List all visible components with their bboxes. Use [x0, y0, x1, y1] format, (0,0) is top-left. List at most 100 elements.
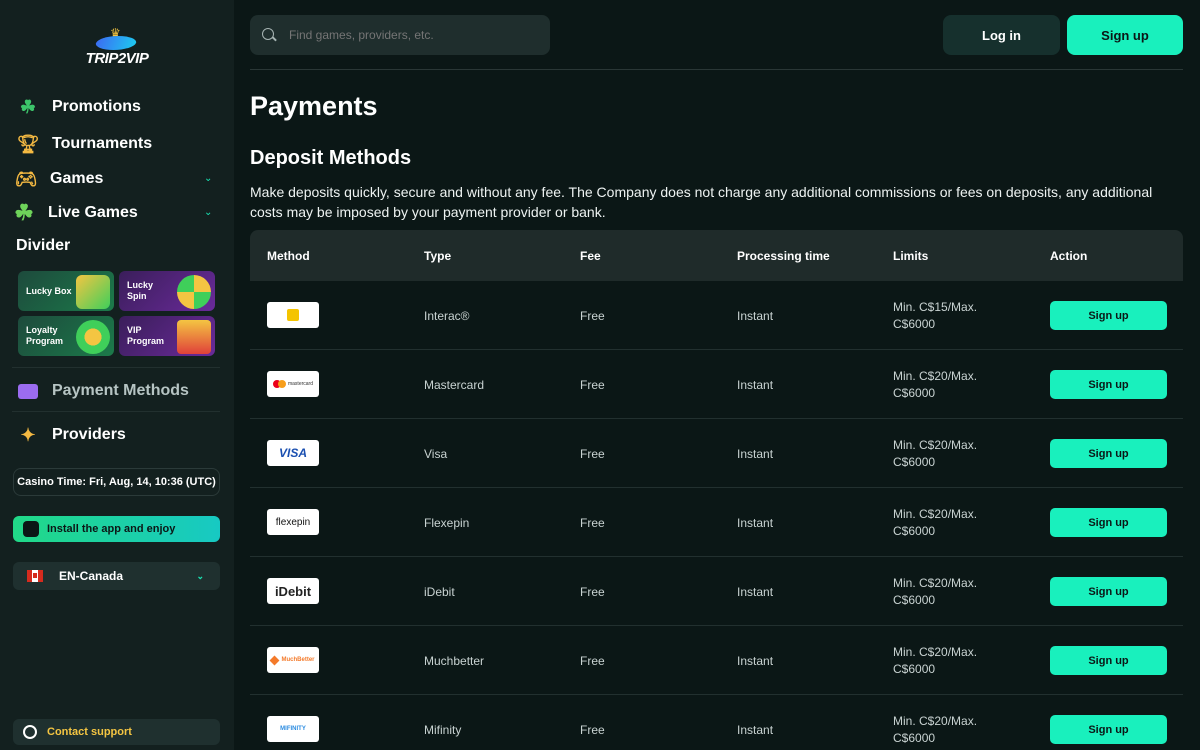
- table-row: mastercard Mastercard Free Instant Min. …: [250, 350, 1183, 419]
- column-header: Processing time: [737, 249, 830, 263]
- nav-tournaments[interactable]: 🏆︎ Tournaments: [16, 132, 153, 156]
- fee-cell: Free: [580, 585, 605, 599]
- fee-cell: Free: [580, 378, 605, 392]
- signup-button[interactable]: Sign up: [1067, 15, 1183, 55]
- card-label: Loyalty Program: [26, 325, 64, 346]
- logo-text: flexepin: [275, 516, 311, 528]
- card-loyalty-program[interactable]: Loyalty Program: [18, 316, 114, 356]
- time-cell: Instant: [737, 585, 774, 599]
- nav-label: Promotions: [52, 98, 141, 115]
- nav-payment-methods[interactable]: Payment Methods: [16, 379, 189, 403]
- row-signup-button[interactable]: Sign up: [1050, 439, 1167, 468]
- time-cell: Instant: [737, 723, 774, 737]
- limits-cell: Min. C$20/Max. C$6000: [893, 438, 978, 469]
- nav-games[interactable]: 🎮︎ Games: [14, 167, 104, 191]
- row-signup-button[interactable]: Sign up: [1050, 301, 1167, 330]
- logo-text: iDebit: [274, 583, 312, 599]
- idebit-logo: iDebit: [267, 578, 319, 604]
- limits-cell: Min. C$20/Max. C$6000: [893, 369, 978, 400]
- gamepad-icon: 🎮︎: [14, 168, 38, 189]
- card-vip-program[interactable]: VIP Program: [119, 316, 215, 356]
- time-cell: Instant: [737, 309, 774, 323]
- card-lucky-spin[interactable]: Lucky Spin: [119, 271, 215, 311]
- live-clover-icon: ☘: [14, 200, 34, 225]
- trophy-icon: 🏆︎: [16, 133, 40, 154]
- card-label: Lucky Spin: [127, 280, 154, 301]
- nav-providers[interactable]: ✦ Providers: [16, 423, 126, 447]
- headset-icon: [23, 725, 37, 739]
- table-row: MuchBetter Muchbetter Free Instant Min. …: [250, 626, 1183, 695]
- providers-icon: ✦: [20, 424, 36, 445]
- card-lucky-box[interactable]: Lucky Box: [18, 271, 114, 311]
- header-divider: [250, 69, 1183, 70]
- card-label: Lucky Box: [26, 285, 72, 296]
- search-icon: [262, 27, 277, 43]
- language-label: EN-Canada: [59, 569, 124, 583]
- divider: [12, 367, 220, 368]
- nav-promotions[interactable]: ☘ Promotions: [16, 95, 141, 119]
- wheel-icon: [177, 275, 211, 309]
- section-title: Deposit Methods: [250, 147, 412, 169]
- nav-label: Tournaments: [52, 135, 153, 152]
- row-signup-button[interactable]: Sign up: [1050, 577, 1167, 606]
- support-label: Contact support: [47, 726, 132, 738]
- time-cell: Instant: [737, 447, 774, 461]
- chevron-down-icon[interactable]: ⌄: [204, 207, 212, 218]
- limits-cell: Min. C$20/Max. C$6000: [893, 645, 978, 676]
- casino-time: Casino Time: Fri, Aug, 14, 10:36 (UTC): [13, 468, 220, 496]
- login-button[interactable]: Log in: [943, 15, 1060, 55]
- column-header: Fee: [580, 249, 601, 263]
- time-cell: Instant: [737, 654, 774, 668]
- search-input[interactable]: [289, 28, 529, 42]
- flexepin-logo: flexepin: [267, 509, 319, 535]
- type-cell: Muchbetter: [424, 654, 485, 668]
- table-row: VISA Visa Free Instant Min. C$20/Max. C$…: [250, 419, 1183, 488]
- column-header: Limits: [893, 249, 929, 263]
- search-bar[interactable]: [250, 15, 550, 55]
- site-logo[interactable]: ♛ TRIP2VIP: [82, 26, 152, 70]
- logo-swoosh: [93, 36, 139, 50]
- logo-text: VISA: [278, 446, 307, 460]
- install-label: Install the app and enjoy: [47, 523, 176, 535]
- crown-icon: [177, 320, 211, 354]
- sidebar: ♛ TRIP2VIP ☘ Promotions 🏆︎ Tournaments 🎮…: [0, 0, 234, 750]
- visa-logo: VISA: [267, 440, 319, 466]
- column-header: Action: [1050, 249, 1088, 263]
- description: Make deposits quickly, secure and withou…: [250, 184, 1153, 220]
- app-icon: [23, 521, 39, 537]
- table-header: Method Type Fee Processing time Limits A…: [250, 230, 1183, 281]
- column-header: Type: [424, 249, 452, 263]
- card-icon: [16, 379, 40, 403]
- divider: [12, 411, 220, 412]
- row-signup-button[interactable]: Sign up: [1050, 370, 1167, 399]
- mifinity-logo: MIFINITY: [267, 716, 319, 742]
- install-app-button[interactable]: Install the app and enjoy: [13, 516, 220, 542]
- table-row: iDebit iDebit Free Instant Min. C$20/Max…: [250, 557, 1183, 626]
- chevron-down-icon: ⌄: [196, 570, 204, 581]
- language-select[interactable]: EN-Canada ⌄: [13, 562, 220, 590]
- row-signup-button[interactable]: Sign up: [1050, 646, 1167, 675]
- table-row: flexepin Flexepin Free Instant Min. C$20…: [250, 488, 1183, 557]
- type-cell: Interac®: [424, 309, 470, 323]
- table-row: Interac® Free Instant Min. C$15/Max. C$6…: [250, 281, 1183, 350]
- page-title: Payments: [250, 91, 378, 121]
- limits-cell: Min. C$15/Max. C$6000: [893, 300, 978, 331]
- limits-cell: Min. C$20/Max. C$6000: [893, 714, 978, 745]
- logo-text: mastercard: [287, 381, 313, 387]
- row-signup-button[interactable]: Sign up: [1050, 508, 1167, 537]
- mastercard-logo: mastercard: [267, 371, 319, 397]
- nav-label: Providers: [52, 426, 126, 443]
- gift-icon: [76, 275, 110, 309]
- chevron-down-icon[interactable]: ⌄: [204, 173, 212, 184]
- fee-cell: Free: [580, 447, 605, 461]
- contact-support-button[interactable]: Contact support: [13, 719, 220, 745]
- badge-icon: [76, 320, 110, 354]
- nav-label: Live Games: [48, 204, 138, 221]
- row-signup-button[interactable]: Sign up: [1050, 715, 1167, 744]
- canada-flag-icon: [27, 570, 43, 582]
- interac-logo: [267, 302, 319, 328]
- nav-label: Payment Methods: [52, 382, 189, 399]
- nav-live-games[interactable]: ☘ Live Games: [12, 200, 138, 225]
- type-cell: iDebit: [424, 585, 455, 599]
- limits-cell: Min. C$20/Max. C$6000: [893, 507, 978, 538]
